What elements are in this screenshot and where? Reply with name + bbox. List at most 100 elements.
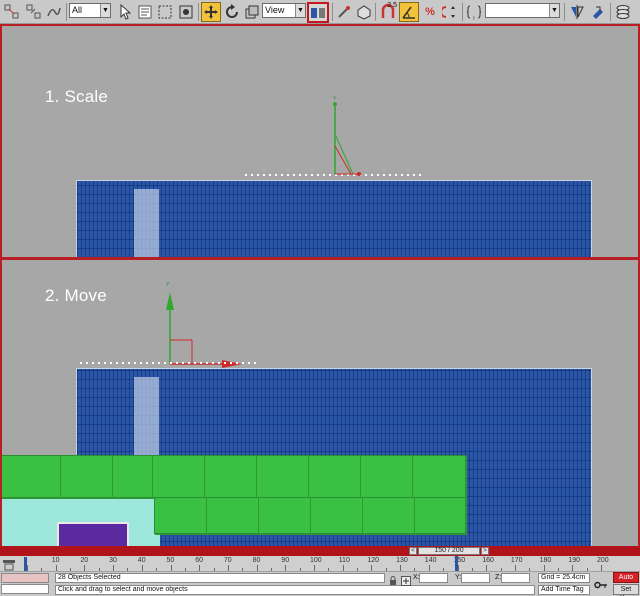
green-block-upper[interactable] (2, 455, 467, 499)
select-by-name-icon[interactable] (135, 2, 155, 22)
rectangular-selection-icon[interactable] (155, 2, 175, 22)
percent-snap-label: % (425, 6, 435, 18)
coordinate-system-value: View (265, 5, 285, 15)
viewport-scale[interactable]: 1. Scale Y (0, 24, 640, 259)
prev-frame-button[interactable]: < (409, 547, 417, 555)
track-tick-label: 70 (223, 557, 232, 564)
selection-filter-dropdown[interactable]: All ▼ (69, 3, 111, 18)
percent-snap-icon[interactable]: % (420, 2, 440, 22)
current-frame-marker (455, 556, 458, 571)
time-slider[interactable]: < 150 / 200 > (0, 546, 640, 556)
track-tick (70, 568, 72, 571)
track-tick-label: 140 (424, 557, 437, 564)
unlink-selection-icon[interactable] (24, 2, 44, 22)
select-and-link-icon[interactable] (2, 2, 22, 22)
track-tick (529, 568, 531, 571)
rotate-icon[interactable] (222, 2, 242, 22)
align-icon[interactable] (588, 2, 608, 22)
blue-facade-panel[interactable] (76, 180, 592, 257)
track-tick (385, 568, 387, 571)
keyboard-shortcut-override-icon[interactable] (354, 2, 374, 22)
prev-arrow-label: < (411, 548, 415, 554)
light-stripe (134, 189, 159, 257)
track-tick (256, 565, 258, 571)
chevron-down-icon: ▼ (100, 4, 110, 17)
bind-space-warp-icon[interactable] (44, 2, 64, 22)
select-and-manipulate-icon[interactable] (334, 2, 354, 22)
reference-coordinate-dropdown[interactable]: View ▼ (262, 3, 306, 18)
track-tick (486, 565, 488, 571)
move-gizmo[interactable]: Y (160, 280, 250, 368)
chevron-down-icon: ▼ (295, 4, 305, 17)
layer-manager-icon[interactable] (613, 2, 633, 22)
track-tick (199, 565, 201, 571)
track-tick (414, 568, 416, 571)
track-tick-label: 40 (137, 557, 146, 564)
track-tick (27, 565, 28, 571)
y-coordinate-field[interactable] (461, 573, 490, 583)
maxscript-input-field[interactable] (1, 584, 49, 594)
track-tick-label: 50 (166, 557, 175, 564)
viewport-label-scale: 1. Scale (45, 87, 109, 106)
time-config-icon[interactable] (2, 558, 16, 571)
move-icon[interactable] (201, 2, 221, 22)
track-tick (514, 565, 516, 571)
track-tick (285, 565, 287, 571)
scale-gizmo[interactable]: Y (327, 94, 367, 178)
key-icon[interactable] (594, 577, 608, 589)
svg-text:Y: Y (166, 282, 170, 288)
track-tick (213, 568, 215, 571)
keyframe-marker (24, 557, 27, 571)
grid-size-display: Grid = 25.4cm (538, 573, 590, 583)
status-bar: 28 Objects Selected Click and drag to se… (0, 572, 640, 596)
lock-icon[interactable] (388, 573, 398, 585)
time-slider-thumb[interactable]: 150 / 200 (418, 547, 480, 555)
green-block-lower[interactable] (154, 497, 467, 535)
track-tick (242, 568, 244, 571)
viewport-label-move: 2. Move (45, 286, 107, 305)
selection-count: 28 Objects Selected (55, 573, 385, 583)
auto-key-button[interactable]: Auto Key (613, 572, 639, 590)
track-tick (170, 565, 172, 571)
use-pivot-center-icon[interactable] (307, 2, 329, 23)
track-tick-label: 180 (539, 557, 552, 564)
track-tick-label: 190 (568, 557, 580, 564)
edit-named-selection-icon[interactable]: I (464, 2, 484, 22)
track-tick (601, 565, 602, 571)
scale-icon[interactable] (242, 2, 262, 22)
track-tick (586, 568, 588, 571)
maxscript-listener-field[interactable] (1, 573, 49, 583)
absolute-mode-icon[interactable] (401, 573, 411, 586)
x-coordinate-field[interactable] (419, 573, 448, 583)
track-tick (127, 568, 129, 571)
z-coordinate-field[interactable] (501, 573, 530, 583)
angle-snap-icon[interactable] (399, 2, 419, 22)
viewport-move[interactable]: 2. Move Y (0, 258, 640, 548)
track-tick-label: 30 (109, 557, 117, 564)
track-tick (328, 568, 330, 571)
snap-toggle-icon[interactable]: 2.5 (378, 2, 398, 22)
purple-object[interactable] (57, 522, 129, 546)
track-tick-label: 110 (338, 557, 350, 564)
track-tick (557, 568, 559, 571)
window-crossing-icon[interactable] (176, 2, 196, 22)
spinner-snap-icon[interactable] (440, 2, 460, 22)
track-tick (357, 568, 359, 571)
track-tick-label: 20 (80, 557, 89, 564)
track-tick (270, 568, 272, 571)
track-tick (314, 565, 315, 571)
next-frame-button[interactable]: > (481, 547, 489, 555)
track-tick (84, 565, 86, 571)
track-bar[interactable]: 10 20 30 40 50 60 70 80 90 100 110 120 130 140 150 160 1… (0, 556, 640, 572)
mirror-icon[interactable] (567, 2, 587, 22)
track-tick (227, 565, 229, 571)
add-time-tag-button[interactable]: Add Time Tag (538, 585, 590, 595)
track-tick (342, 565, 344, 571)
set-key-button[interactable]: Set Key (613, 584, 639, 596)
named-selection-sets-dropdown[interactable]: ▼ (485, 3, 560, 18)
select-object-icon[interactable] (115, 2, 135, 22)
prompt-line: Click and drag to select and move object… (55, 585, 535, 595)
track-tick (41, 568, 43, 571)
next-arrow-label: > (483, 548, 487, 554)
track-tick (55, 565, 57, 571)
